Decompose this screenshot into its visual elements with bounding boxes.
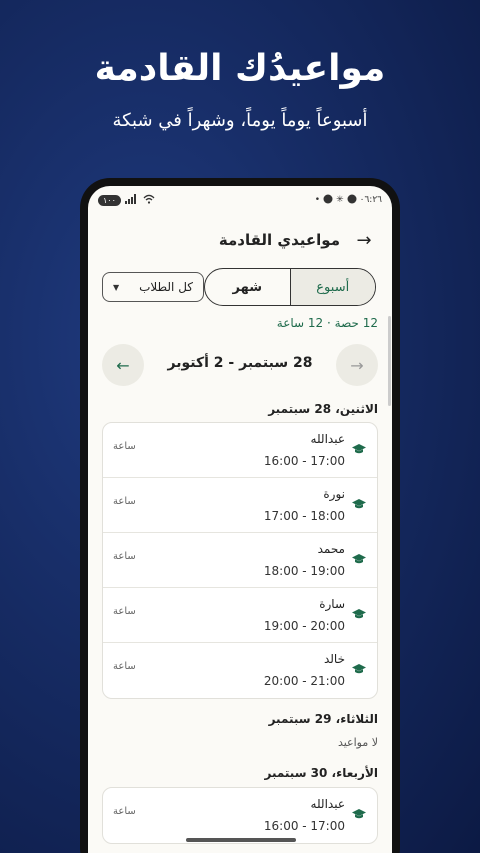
graduation-cap-icon [351, 441, 367, 457]
appointment-row[interactable]: عبدالله 16:00 - 17:00 ساعة [103, 423, 377, 478]
app-bar: → مواعيدي القادمة [104, 226, 376, 254]
student-name: عبدالله [310, 797, 345, 811]
student-name: نورة [323, 487, 345, 501]
appointment-duration: ساعة [113, 441, 136, 452]
day-header-monday: الاثنين، 28 سبتمبر [268, 402, 378, 416]
appointment-row[interactable]: نورة 17:00 - 18:00 ساعة [103, 478, 377, 533]
graduation-cap-icon [351, 806, 367, 822]
appointment-time: 17:00 - 18:00 [263, 509, 345, 523]
appointments-card-monday: عبدالله 16:00 - 17:00 ساعة نورة 17:00 - … [102, 422, 378, 699]
github-icon-2 [323, 194, 333, 207]
graduation-cap-icon [351, 551, 367, 567]
appointment-duration: ساعة [113, 551, 136, 562]
summary-text: 12 حصة · 12 ساعة [276, 316, 378, 330]
week-navigator: → 28 سبتمبر - 2 أكتوبر ← [102, 344, 378, 386]
dot-icon: • [314, 195, 321, 205]
dropdown-label: كل الطلاب [139, 280, 193, 294]
tab-month[interactable]: شهر [205, 269, 290, 305]
week-range: 28 سبتمبر - 2 أكتوبر [167, 355, 313, 371]
student-name: خالد [323, 652, 345, 666]
appointment-row[interactable]: عبدالله 16:00 - 17:00 ساعة [103, 788, 377, 843]
student-name: محمد [317, 542, 345, 556]
star-icon: ✳ [336, 195, 344, 205]
graduation-cap-icon [351, 606, 367, 622]
appointment-duration: ساعة [113, 661, 136, 672]
status-left: ١٠٠ [98, 193, 155, 207]
appointment-row[interactable]: خالد 20:00 - 21:00 ساعة [103, 643, 377, 698]
view-toggle: أسبوع شهر [204, 268, 376, 306]
wifi-icon [143, 194, 155, 207]
github-icon [347, 194, 357, 207]
arrow-right-icon: → [350, 355, 364, 375]
signal-icon [124, 193, 139, 207]
status-right: ٠٦:٢٦ ✳ • [315, 194, 382, 207]
status-bar: ١٠٠ ٠٦:٢٦ ✳ • [88, 186, 392, 214]
appointment-duration: ساعة [113, 806, 136, 817]
student-name: عبدالله [310, 432, 345, 446]
arrow-left-icon: ← [116, 355, 130, 375]
appointment-duration: ساعة [113, 606, 136, 617]
page-title: مواعيدي القادمة [218, 231, 340, 249]
clock: ٠٦:٢٦ [359, 195, 382, 205]
graduation-cap-icon [351, 661, 367, 677]
home-indicator[interactable] [186, 838, 296, 842]
appointment-time: 18:00 - 19:00 [263, 564, 345, 578]
tab-week[interactable]: أسبوع [289, 269, 375, 305]
appointment-time: 16:00 - 17:00 [263, 454, 345, 468]
day-header-wednesday: الأربعاء، 30 سبتمبر [264, 766, 378, 780]
appointments-card-wednesday: عبدالله 16:00 - 17:00 ساعة [102, 787, 378, 844]
previous-week-button[interactable]: → [336, 344, 378, 386]
battery-indicator: ١٠٠ [98, 194, 121, 206]
phone-screen: ١٠٠ ٠٦:٢٦ ✳ • → مواعيدي القادمة أسبوع شه… [88, 186, 392, 853]
appointment-row[interactable]: سارة 19:00 - 20:00 ساعة [103, 588, 377, 643]
no-appointments-label: لا مواعيد [337, 736, 378, 749]
appointment-row[interactable]: محمد 18:00 - 19:00 ساعة [103, 533, 377, 588]
appointment-time: 16:00 - 17:00 [263, 819, 345, 833]
back-arrow-icon[interactable]: → [352, 230, 376, 251]
next-week-button[interactable]: ← [102, 344, 144, 386]
student-name: سارة [319, 597, 345, 611]
appointment-time: 20:00 - 21:00 [263, 674, 345, 688]
graduation-cap-icon [351, 496, 367, 512]
hero-subtitle: أسبوعاً يوماً يوماً، وشهراً في شبكة [112, 110, 368, 131]
hero-title: مواعيدُك القادمة [94, 48, 386, 89]
day-header-tuesday: الثلاثاء، 29 سبتمبر [268, 712, 378, 726]
student-filter-dropdown[interactable]: كل الطلاب ▼ [102, 272, 204, 302]
caret-down-icon: ▼ [113, 282, 120, 292]
appointment-time: 19:00 - 20:00 [263, 619, 345, 633]
scrollbar[interactable] [388, 316, 391, 406]
appointment-duration: ساعة [113, 496, 136, 507]
